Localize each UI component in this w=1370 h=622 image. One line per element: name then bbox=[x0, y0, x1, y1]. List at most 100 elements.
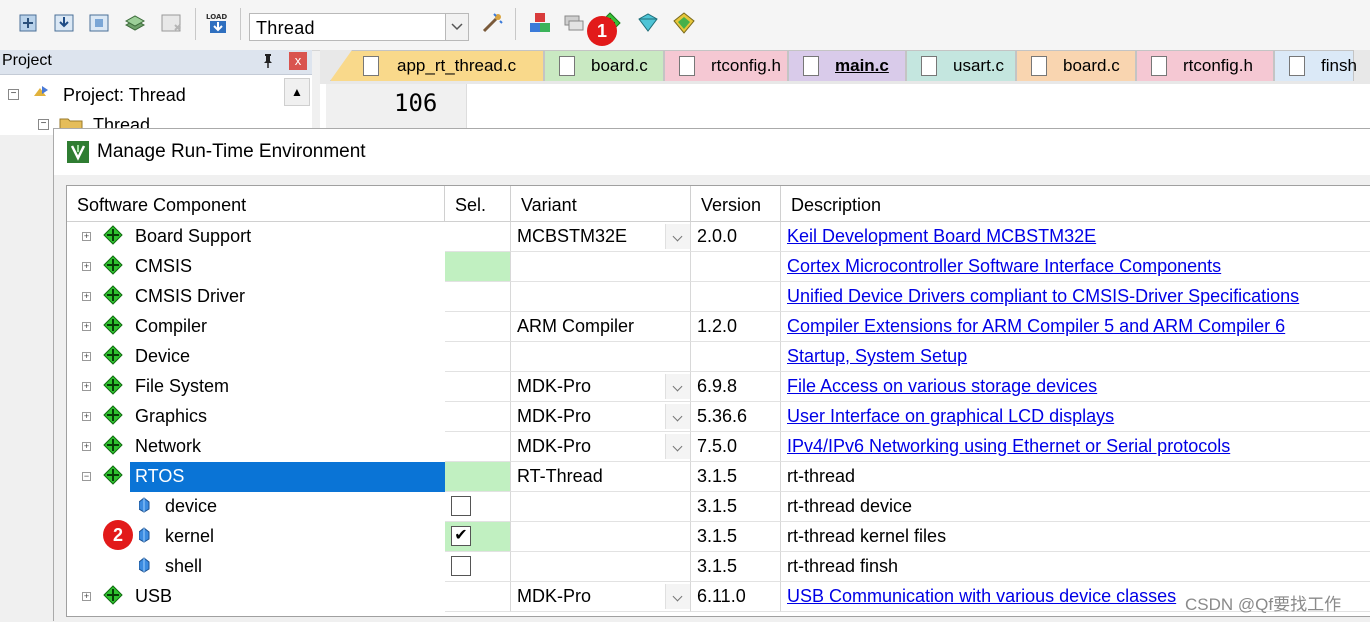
sel-cell[interactable] bbox=[445, 492, 511, 522]
rebuild-icon[interactable] bbox=[87, 11, 111, 35]
component-row[interactable]: − RTOS RT-Thread 3.1.5 rt-thread bbox=[67, 462, 1370, 492]
tab-usart-c[interactable]: usart.c bbox=[906, 50, 1016, 81]
variant-cell[interactable]: MDK-Pro bbox=[511, 432, 691, 462]
sel-cell[interactable]: ✔ bbox=[445, 522, 511, 552]
sel-cell[interactable] bbox=[445, 312, 511, 342]
description-link[interactable]: Compiler Extensions for ARM Compiler 5 a… bbox=[787, 316, 1285, 336]
component-row[interactable]: + File System MDK-Pro 6.9.8 File Access on v… bbox=[67, 372, 1370, 402]
sel-cell[interactable] bbox=[445, 462, 511, 492]
component-row[interactable]: kernel ✔ 3.1.5 rt-thread kernel files bbox=[67, 522, 1370, 552]
column-header-description[interactable]: Description bbox=[781, 186, 1370, 222]
tab-app-rt-thread-c[interactable]: app_rt_thread.c bbox=[330, 50, 544, 81]
tab-board-c[interactable]: board.c bbox=[544, 50, 664, 81]
component-cell[interactable]: + Graphics bbox=[67, 402, 445, 432]
description-link[interactable]: Startup, System Setup bbox=[787, 346, 967, 366]
component-cell[interactable]: − RTOS bbox=[67, 462, 445, 492]
expand-icon[interactable]: + bbox=[82, 382, 91, 391]
pin-icon[interactable] bbox=[262, 53, 274, 72]
component-row[interactable]: device 3.1.5 rt-thread device bbox=[67, 492, 1370, 522]
component-cell[interactable]: + File System bbox=[67, 372, 445, 402]
component-cell[interactable]: + CMSIS bbox=[67, 252, 445, 282]
sel-cell[interactable] bbox=[445, 582, 511, 612]
software-packs-icon[interactable] bbox=[672, 11, 696, 35]
select-checkbox[interactable] bbox=[451, 496, 471, 516]
component-cell[interactable]: device bbox=[67, 492, 445, 522]
component-row[interactable]: + Graphics MDK-Pro 5.36.6 User Interface on … bbox=[67, 402, 1370, 432]
target-options-icon[interactable] bbox=[480, 11, 504, 35]
variant-cell[interactable]: MDK-Pro bbox=[511, 582, 691, 612]
tab-main-c[interactable]: main.c bbox=[788, 50, 906, 81]
component-row[interactable]: + Compiler ARM Compiler 1.2.0 Compiler Exten… bbox=[67, 312, 1370, 342]
description-link[interactable]: Keil Development Board MCBSTM32E bbox=[787, 226, 1096, 246]
sel-cell[interactable] bbox=[445, 252, 511, 282]
collapse-icon[interactable]: − bbox=[82, 472, 91, 481]
variant-cell[interactable]: MDK-Pro bbox=[511, 372, 691, 402]
expand-icon[interactable]: + bbox=[82, 592, 91, 601]
column-header-component[interactable]: Software Component bbox=[67, 186, 445, 222]
chevron-down-icon[interactable] bbox=[665, 434, 690, 459]
tab-finsh[interactable]: finsh bbox=[1274, 50, 1357, 81]
expand-icon[interactable]: + bbox=[82, 352, 91, 361]
translate-icon[interactable] bbox=[16, 11, 40, 35]
batch-build-icon[interactable] bbox=[123, 11, 147, 35]
component-cell[interactable]: + USB bbox=[67, 582, 445, 612]
description-link[interactable]: IPv4/IPv6 Networking using Ethernet or S… bbox=[787, 436, 1230, 456]
component-row[interactable]: + USB MDK-Pro 6.11.0 USB Communication with … bbox=[67, 582, 1370, 612]
description-cell[interactable]: Keil Development Board MCBSTM32E bbox=[781, 222, 1370, 252]
stop-build-icon[interactable] bbox=[159, 11, 183, 35]
column-header-version[interactable]: Version bbox=[691, 186, 781, 222]
code-editor[interactable]: 106 bbox=[320, 84, 1370, 134]
description-cell[interactable]: User Interface on graphical LCD displays bbox=[781, 402, 1370, 432]
collapse-icon[interactable]: − bbox=[8, 89, 19, 100]
pack-installer-icon[interactable] bbox=[563, 11, 587, 35]
description-link[interactable]: Cortex Microcontroller Software Interfac… bbox=[787, 256, 1221, 276]
component-row[interactable]: + Board Support MCBSTM32E 2.0.0 Keil Develop… bbox=[67, 222, 1370, 252]
expand-icon[interactable]: + bbox=[82, 412, 91, 421]
sel-cell[interactable] bbox=[445, 222, 511, 252]
component-cell[interactable]: + Device bbox=[67, 342, 445, 372]
chevron-down-icon[interactable] bbox=[665, 374, 690, 399]
component-row[interactable]: + CMSIS Cortex Microcontroller Software In… bbox=[67, 252, 1370, 282]
variant-cell[interactable]: MDK-Pro bbox=[511, 402, 691, 432]
description-link[interactable]: Unified Device Drivers compliant to CMSI… bbox=[787, 286, 1299, 306]
select-checkbox[interactable]: ✔ bbox=[451, 526, 471, 546]
manage-project-items-icon[interactable] bbox=[528, 11, 552, 35]
component-cell[interactable]: + CMSIS Driver bbox=[67, 282, 445, 312]
expand-icon[interactable]: + bbox=[82, 322, 91, 331]
sel-cell[interactable] bbox=[445, 282, 511, 312]
component-cell[interactable]: shell bbox=[67, 552, 445, 582]
expand-icon[interactable]: + bbox=[82, 232, 91, 241]
sel-cell[interactable] bbox=[445, 372, 511, 402]
tab-board-c[interactable]: board.c bbox=[1016, 50, 1136, 81]
sel-cell[interactable] bbox=[445, 432, 511, 462]
sel-cell[interactable] bbox=[445, 402, 511, 432]
target-select[interactable]: Thread bbox=[249, 13, 469, 41]
select-checkbox[interactable] bbox=[451, 556, 471, 576]
sel-cell[interactable] bbox=[445, 342, 511, 372]
description-cell[interactable]: Unified Device Drivers compliant to CMSI… bbox=[781, 282, 1370, 312]
download-icon[interactable]: LOAD bbox=[206, 11, 230, 35]
description-cell[interactable]: Startup, System Setup bbox=[781, 342, 1370, 372]
description-cell[interactable]: IPv4/IPv6 Networking using Ethernet or S… bbox=[781, 432, 1370, 462]
sel-cell[interactable] bbox=[445, 552, 511, 582]
select-packs-icon[interactable] bbox=[636, 11, 660, 35]
component-row[interactable]: + CMSIS Driver Unified Device Drivers comp… bbox=[67, 282, 1370, 312]
description-link[interactable]: User Interface on graphical LCD displays bbox=[787, 406, 1114, 426]
column-header-sel[interactable]: Sel. bbox=[445, 186, 511, 222]
description-cell[interactable]: Compiler Extensions for ARM Compiler 5 a… bbox=[781, 312, 1370, 342]
component-row[interactable]: shell 3.1.5 rt-thread finsh bbox=[67, 552, 1370, 582]
component-row[interactable]: + Device Startup, System Setup bbox=[67, 342, 1370, 372]
expand-icon[interactable]: + bbox=[82, 292, 91, 301]
chevron-down-icon[interactable] bbox=[445, 14, 468, 40]
tab-rtconfig-h[interactable]: rtconfig.h bbox=[1136, 50, 1274, 81]
column-header-variant[interactable]: Variant bbox=[511, 186, 691, 222]
chevron-down-icon[interactable] bbox=[665, 404, 690, 429]
build-icon[interactable] bbox=[52, 11, 76, 35]
close-icon[interactable]: x bbox=[289, 52, 307, 70]
description-cell[interactable]: Cortex Microcontroller Software Interfac… bbox=[781, 252, 1370, 282]
tab-rtconfig-h[interactable]: rtconfig.h bbox=[664, 50, 788, 81]
description-cell[interactable]: File Access on various storage devices bbox=[781, 372, 1370, 402]
chevron-down-icon[interactable] bbox=[665, 584, 690, 609]
collapse-icon[interactable]: − bbox=[38, 119, 49, 130]
variant-cell[interactable]: MCBSTM32E bbox=[511, 222, 691, 252]
